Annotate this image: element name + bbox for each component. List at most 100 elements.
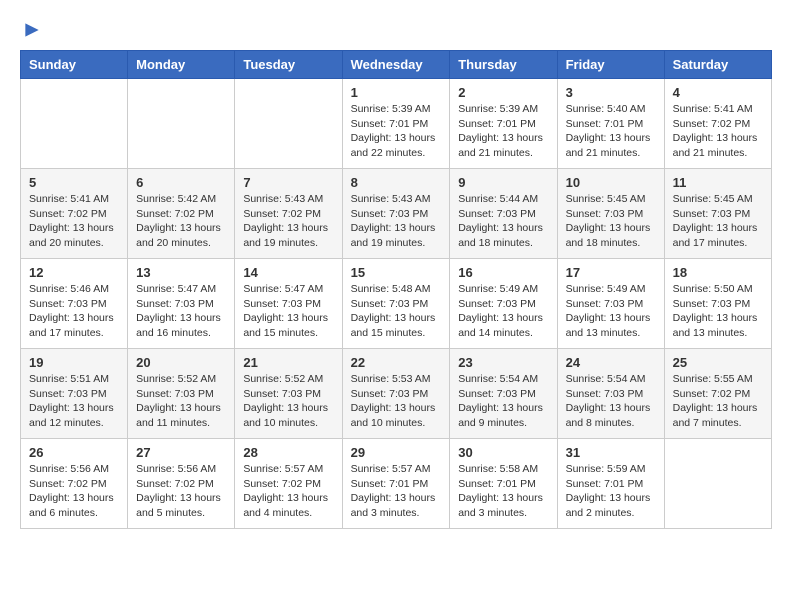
calendar-cell: 12 Sunrise: 5:46 AMSunset: 7:03 PMDaylig… [21, 259, 128, 349]
calendar-cell: 26 Sunrise: 5:56 AMSunset: 7:02 PMDaylig… [21, 439, 128, 529]
calendar-cell [235, 79, 342, 169]
calendar-cell: 3 Sunrise: 5:40 AMSunset: 7:01 PMDayligh… [557, 79, 664, 169]
day-number: 21 [243, 355, 333, 370]
calendar-cell: 11 Sunrise: 5:45 AMSunset: 7:03 PMDaylig… [664, 169, 771, 259]
day-number: 31 [566, 445, 656, 460]
calendar-week-2: 5 Sunrise: 5:41 AMSunset: 7:02 PMDayligh… [21, 169, 772, 259]
day-number: 19 [29, 355, 119, 370]
day-number: 9 [458, 175, 548, 190]
day-info: Sunrise: 5:54 AMSunset: 7:03 PMDaylight:… [566, 372, 656, 431]
calendar-cell: 29 Sunrise: 5:57 AMSunset: 7:01 PMDaylig… [342, 439, 450, 529]
day-number: 2 [458, 85, 548, 100]
day-info: Sunrise: 5:39 AMSunset: 7:01 PMDaylight:… [458, 102, 548, 161]
day-info: Sunrise: 5:42 AMSunset: 7:02 PMDaylight:… [136, 192, 226, 251]
calendar-table: SundayMondayTuesdayWednesdayThursdayFrid… [20, 50, 772, 529]
day-info: Sunrise: 5:49 AMSunset: 7:03 PMDaylight:… [458, 282, 548, 341]
day-info: Sunrise: 5:48 AMSunset: 7:03 PMDaylight:… [351, 282, 442, 341]
day-info: Sunrise: 5:46 AMSunset: 7:03 PMDaylight:… [29, 282, 119, 341]
calendar-cell: 2 Sunrise: 5:39 AMSunset: 7:01 PMDayligh… [450, 79, 557, 169]
day-number: 5 [29, 175, 119, 190]
day-info: Sunrise: 5:45 AMSunset: 7:03 PMDaylight:… [566, 192, 656, 251]
day-info: Sunrise: 5:41 AMSunset: 7:02 PMDaylight:… [29, 192, 119, 251]
day-info: Sunrise: 5:43 AMSunset: 7:03 PMDaylight:… [351, 192, 442, 251]
calendar-cell: 20 Sunrise: 5:52 AMSunset: 7:03 PMDaylig… [128, 349, 235, 439]
day-info: Sunrise: 5:47 AMSunset: 7:03 PMDaylight:… [136, 282, 226, 341]
day-info: Sunrise: 5:41 AMSunset: 7:02 PMDaylight:… [673, 102, 763, 161]
calendar-cell: 13 Sunrise: 5:47 AMSunset: 7:03 PMDaylig… [128, 259, 235, 349]
day-number: 7 [243, 175, 333, 190]
day-info: Sunrise: 5:39 AMSunset: 7:01 PMDaylight:… [351, 102, 442, 161]
calendar-cell: 28 Sunrise: 5:57 AMSunset: 7:02 PMDaylig… [235, 439, 342, 529]
calendar-cell: 31 Sunrise: 5:59 AMSunset: 7:01 PMDaylig… [557, 439, 664, 529]
day-info: Sunrise: 5:54 AMSunset: 7:03 PMDaylight:… [458, 372, 548, 431]
day-info: Sunrise: 5:51 AMSunset: 7:03 PMDaylight:… [29, 372, 119, 431]
calendar-week-1: 1 Sunrise: 5:39 AMSunset: 7:01 PMDayligh… [21, 79, 772, 169]
day-number: 20 [136, 355, 226, 370]
calendar-cell [664, 439, 771, 529]
day-number: 26 [29, 445, 119, 460]
day-info: Sunrise: 5:57 AMSunset: 7:02 PMDaylight:… [243, 462, 333, 521]
weekday-header-row: SundayMondayTuesdayWednesdayThursdayFrid… [21, 51, 772, 79]
calendar-cell: 22 Sunrise: 5:53 AMSunset: 7:03 PMDaylig… [342, 349, 450, 439]
logo [20, 20, 42, 40]
day-number: 8 [351, 175, 442, 190]
day-info: Sunrise: 5:44 AMSunset: 7:03 PMDaylight:… [458, 192, 548, 251]
calendar-cell: 7 Sunrise: 5:43 AMSunset: 7:02 PMDayligh… [235, 169, 342, 259]
day-number: 14 [243, 265, 333, 280]
calendar-cell: 10 Sunrise: 5:45 AMSunset: 7:03 PMDaylig… [557, 169, 664, 259]
calendar-cell: 21 Sunrise: 5:52 AMSunset: 7:03 PMDaylig… [235, 349, 342, 439]
calendar-cell: 17 Sunrise: 5:49 AMSunset: 7:03 PMDaylig… [557, 259, 664, 349]
calendar-cell [128, 79, 235, 169]
day-info: Sunrise: 5:50 AMSunset: 7:03 PMDaylight:… [673, 282, 763, 341]
day-number: 11 [673, 175, 763, 190]
calendar-cell: 9 Sunrise: 5:44 AMSunset: 7:03 PMDayligh… [450, 169, 557, 259]
day-info: Sunrise: 5:53 AMSunset: 7:03 PMDaylight:… [351, 372, 442, 431]
day-number: 4 [673, 85, 763, 100]
weekday-wednesday: Wednesday [342, 51, 450, 79]
day-number: 16 [458, 265, 548, 280]
day-info: Sunrise: 5:55 AMSunset: 7:02 PMDaylight:… [673, 372, 763, 431]
day-number: 1 [351, 85, 442, 100]
day-number: 15 [351, 265, 442, 280]
calendar-cell: 8 Sunrise: 5:43 AMSunset: 7:03 PMDayligh… [342, 169, 450, 259]
day-number: 24 [566, 355, 656, 370]
day-info: Sunrise: 5:56 AMSunset: 7:02 PMDaylight:… [29, 462, 119, 521]
day-number: 18 [673, 265, 763, 280]
day-info: Sunrise: 5:49 AMSunset: 7:03 PMDaylight:… [566, 282, 656, 341]
weekday-thursday: Thursday [450, 51, 557, 79]
calendar-cell: 4 Sunrise: 5:41 AMSunset: 7:02 PMDayligh… [664, 79, 771, 169]
calendar-cell: 23 Sunrise: 5:54 AMSunset: 7:03 PMDaylig… [450, 349, 557, 439]
day-info: Sunrise: 5:59 AMSunset: 7:01 PMDaylight:… [566, 462, 656, 521]
day-info: Sunrise: 5:56 AMSunset: 7:02 PMDaylight:… [136, 462, 226, 521]
calendar-cell: 15 Sunrise: 5:48 AMSunset: 7:03 PMDaylig… [342, 259, 450, 349]
calendar-week-4: 19 Sunrise: 5:51 AMSunset: 7:03 PMDaylig… [21, 349, 772, 439]
calendar-cell: 16 Sunrise: 5:49 AMSunset: 7:03 PMDaylig… [450, 259, 557, 349]
day-info: Sunrise: 5:43 AMSunset: 7:02 PMDaylight:… [243, 192, 333, 251]
page-header [20, 20, 772, 40]
weekday-monday: Monday [128, 51, 235, 79]
day-number: 27 [136, 445, 226, 460]
day-number: 6 [136, 175, 226, 190]
weekday-tuesday: Tuesday [235, 51, 342, 79]
day-number: 3 [566, 85, 656, 100]
day-number: 22 [351, 355, 442, 370]
logo-icon [22, 20, 42, 40]
calendar-cell: 24 Sunrise: 5:54 AMSunset: 7:03 PMDaylig… [557, 349, 664, 439]
day-number: 23 [458, 355, 548, 370]
calendar-cell: 27 Sunrise: 5:56 AMSunset: 7:02 PMDaylig… [128, 439, 235, 529]
day-number: 25 [673, 355, 763, 370]
weekday-friday: Friday [557, 51, 664, 79]
weekday-saturday: Saturday [664, 51, 771, 79]
calendar-cell: 6 Sunrise: 5:42 AMSunset: 7:02 PMDayligh… [128, 169, 235, 259]
day-info: Sunrise: 5:47 AMSunset: 7:03 PMDaylight:… [243, 282, 333, 341]
day-number: 30 [458, 445, 548, 460]
day-number: 10 [566, 175, 656, 190]
day-info: Sunrise: 5:45 AMSunset: 7:03 PMDaylight:… [673, 192, 763, 251]
day-info: Sunrise: 5:57 AMSunset: 7:01 PMDaylight:… [351, 462, 442, 521]
day-info: Sunrise: 5:58 AMSunset: 7:01 PMDaylight:… [458, 462, 548, 521]
calendar-week-5: 26 Sunrise: 5:56 AMSunset: 7:02 PMDaylig… [21, 439, 772, 529]
day-number: 17 [566, 265, 656, 280]
calendar-cell [21, 79, 128, 169]
day-number: 29 [351, 445, 442, 460]
day-info: Sunrise: 5:52 AMSunset: 7:03 PMDaylight:… [136, 372, 226, 431]
